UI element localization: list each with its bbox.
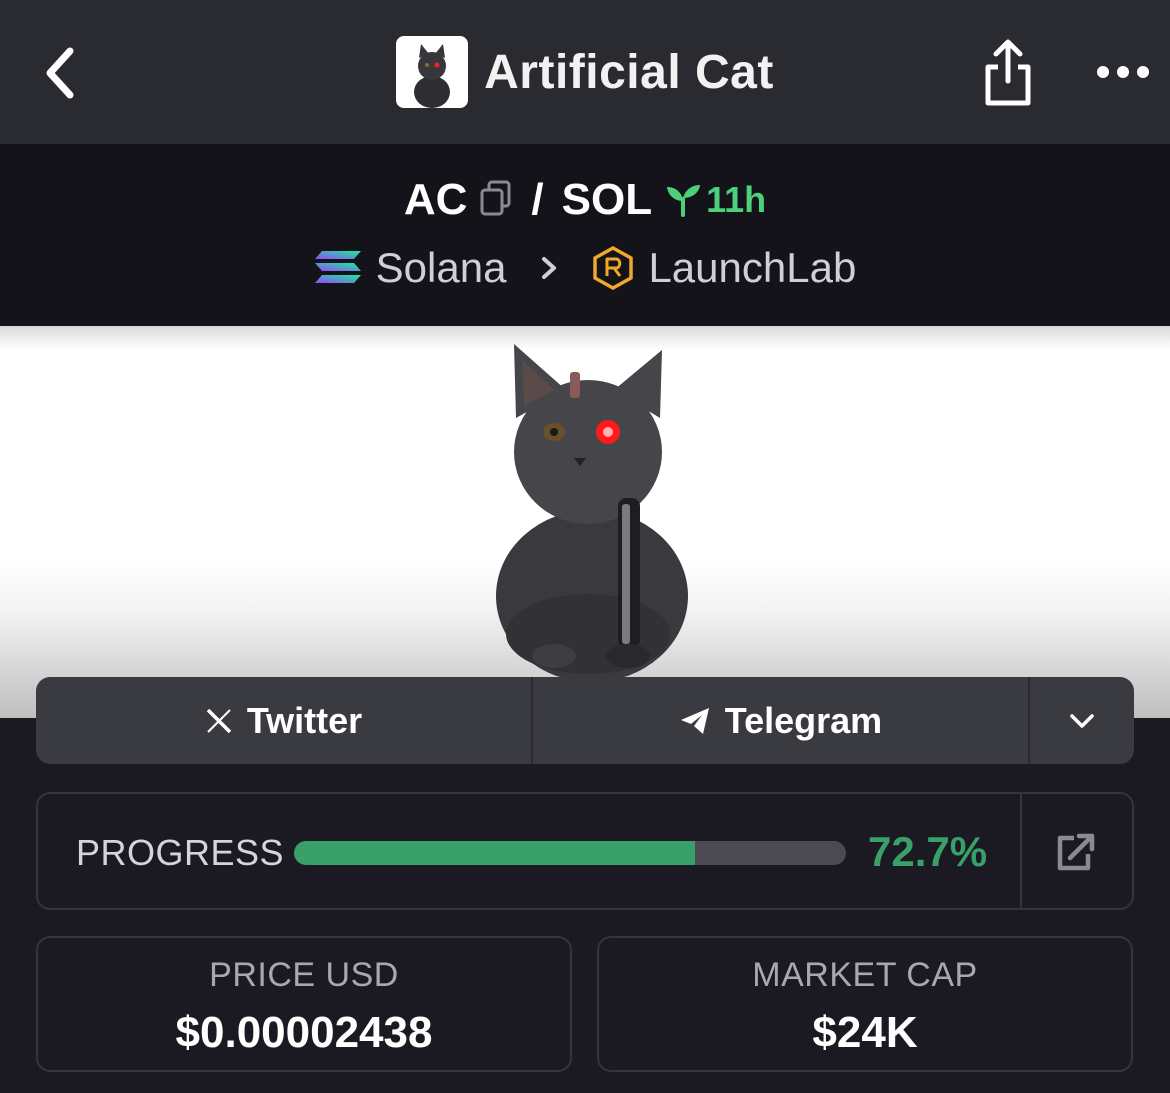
- telegram-icon: [680, 707, 709, 734]
- price-usd-value: $0.00002438: [175, 1008, 433, 1057]
- top-app-bar: Artificial Cat: [0, 0, 1170, 144]
- solana-icon: [314, 251, 361, 283]
- divider: [1020, 794, 1022, 908]
- price-usd-label: PRICE USD: [209, 956, 399, 994]
- more-links-button[interactable]: [1030, 677, 1134, 764]
- chain-breadcrumb: Solana LaunchLab: [0, 240, 1170, 296]
- x-logo-icon: [206, 708, 232, 733]
- quote-symbol: SOL: [561, 175, 653, 224]
- token-avatar: [396, 36, 469, 108]
- telegram-button[interactable]: Telegram: [533, 677, 1030, 764]
- dex-link[interactable]: LaunchLab: [592, 244, 856, 292]
- progress-bar-fill: [294, 841, 696, 865]
- cat-image: [496, 344, 688, 682]
- launchlab-icon: [593, 246, 634, 290]
- token-banner-image: [0, 326, 1170, 718]
- seedling-icon: [667, 185, 701, 217]
- dex-name: LaunchLab: [648, 244, 857, 291]
- copy-icon: [480, 180, 511, 215]
- more-options-button[interactable]: [1090, 50, 1156, 94]
- progress-bar: [294, 841, 846, 865]
- chain-link[interactable]: Solana: [314, 244, 507, 292]
- cat-avatar-icon: [414, 44, 451, 108]
- pair-age-text: 11h: [706, 179, 767, 220]
- bonding-progress-card: PROGRESS 72.7%: [36, 792, 1134, 910]
- share-icon: [985, 39, 1031, 106]
- base-symbol: AC: [403, 175, 468, 224]
- share-button[interactable]: [976, 34, 1040, 110]
- external-link-icon: [1057, 833, 1095, 871]
- chain-name: Solana: [375, 244, 507, 291]
- market-cap-value: $24K: [812, 1008, 918, 1057]
- price-usd-card: PRICE USD $0.00002438: [36, 936, 572, 1072]
- social-links-bar: Twitter Telegram: [36, 677, 1134, 764]
- pair-row: AC / SOL 11h: [0, 170, 1170, 230]
- market-cap-label: MARKET CAP: [752, 956, 978, 994]
- market-cap-card: MARKET CAP $24K: [597, 936, 1133, 1072]
- twitter-label: Twitter: [246, 699, 363, 741]
- chevron-down-icon: [1070, 713, 1094, 728]
- telegram-label: Telegram: [724, 699, 883, 741]
- pair-age: 11h: [664, 179, 766, 221]
- progress-label: PROGRESS: [76, 832, 285, 873]
- twitter-button[interactable]: Twitter: [36, 677, 533, 764]
- page-title: Artificial Cat: [484, 45, 774, 99]
- chevron-right-icon: [542, 257, 557, 279]
- open-external-button[interactable]: [1054, 832, 1098, 872]
- more-horizontal-icon: [1097, 66, 1149, 78]
- progress-value: 72.7%: [868, 828, 988, 875]
- copy-address-button[interactable]: [479, 179, 513, 222]
- pair-separator: /: [531, 175, 544, 224]
